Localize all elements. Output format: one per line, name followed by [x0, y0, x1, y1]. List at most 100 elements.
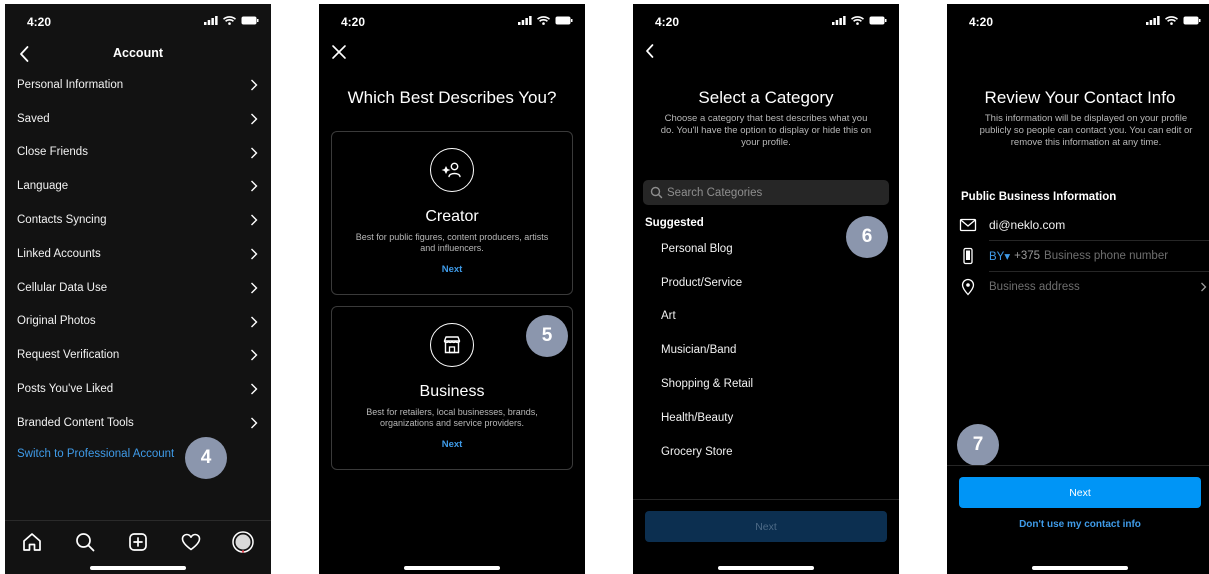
menu-item-label: Posts You've Liked	[17, 383, 114, 396]
category-list: Personal Blog Product/Service Art Musici…	[661, 232, 887, 469]
menu-item-label: Request Verification	[17, 349, 120, 362]
menu-item-contacts-syncing[interactable]: Contacts Syncing	[5, 203, 271, 237]
category-search	[643, 180, 889, 205]
wifi-icon	[1165, 16, 1178, 25]
chevron-right-icon	[251, 113, 258, 125]
menu-item-original-photos[interactable]: Original Photos	[5, 305, 271, 339]
home-icon[interactable]	[21, 531, 43, 553]
signal-icon	[518, 16, 532, 25]
suggested-heading: Suggested	[645, 217, 704, 229]
search-icon[interactable]	[74, 531, 96, 553]
status-bar: 4:20	[5, 4, 271, 38]
category-item[interactable]: Shopping & Retail	[661, 367, 887, 401]
step-badge-7: 7	[957, 424, 999, 466]
battery-icon	[555, 16, 573, 25]
menu-item-language[interactable]: Language	[5, 169, 271, 203]
chevron-right-icon	[251, 79, 258, 91]
category-item[interactable]: Health/Beauty	[661, 401, 887, 435]
status-bar: 4:20	[633, 4, 899, 38]
status-bar: 4:20	[319, 4, 585, 38]
menu-item-branded-content-tools[interactable]: Branded Content Tools	[5, 406, 271, 440]
activity-heart-icon[interactable]	[180, 531, 202, 553]
menu-item-posts-liked[interactable]: Posts You've Liked	[5, 372, 271, 406]
chevron-right-icon	[251, 147, 258, 159]
account-type-screen: 4:20 Which Best Describes You? Creator B…	[319, 4, 585, 574]
category-item[interactable]: Art	[661, 300, 887, 334]
battery-icon	[1183, 16, 1201, 25]
status-time: 4:20	[27, 15, 52, 29]
status-icons	[204, 16, 259, 25]
home-indicator	[718, 566, 814, 570]
chevron-right-icon	[251, 383, 258, 395]
menu-item-linked-accounts[interactable]: Linked Accounts	[5, 237, 271, 271]
page-description: This information will be displayed on yo…	[979, 113, 1193, 148]
menu-item-label: Language	[17, 180, 69, 193]
country-code-label: BY	[989, 251, 1005, 263]
business-next-link[interactable]: Next	[332, 439, 572, 450]
category-item[interactable]: Musician/Band	[661, 333, 887, 367]
profile-avatar[interactable]	[232, 531, 254, 553]
menu-item-label: Cellular Data Use	[17, 281, 108, 294]
settings-menu: Personal Information Saved Close Friends…	[5, 68, 271, 440]
business-icon	[430, 323, 474, 367]
email-value: di@neklo.com	[989, 218, 1066, 232]
search-input[interactable]	[667, 180, 881, 205]
creator-title: Creator	[425, 208, 479, 225]
status-time: 4:20	[655, 15, 680, 29]
next-button-disabled[interactable]: Next	[645, 511, 887, 542]
menu-item-label: Linked Accounts	[17, 247, 101, 260]
wifi-icon	[851, 16, 864, 25]
switch-professional-link[interactable]: Switch to Professional Account	[17, 448, 174, 460]
business-title: Business	[419, 383, 485, 400]
menu-item-personal-information[interactable]: Personal Information	[5, 68, 271, 102]
address-field[interactable]: Business address	[959, 272, 1209, 302]
creator-next-link[interactable]: Next	[332, 264, 572, 275]
battery-icon	[869, 16, 887, 25]
menu-item-label: Personal Information	[17, 78, 124, 91]
divider	[947, 465, 1209, 466]
menu-item-cellular-data-use[interactable]: Cellular Data Use	[5, 271, 271, 305]
business-description: Best for retailers, local businesses, br…	[366, 407, 538, 428]
chevron-right-icon	[251, 214, 258, 226]
category-item[interactable]: Grocery Store	[661, 435, 887, 469]
country-code-selector[interactable]: BY▾	[989, 249, 1010, 263]
chevron-right-icon	[251, 417, 258, 429]
section-heading: Public Business Information	[961, 191, 1117, 203]
mail-icon	[959, 218, 977, 232]
email-field[interactable]: di@neklo.com	[959, 210, 1209, 240]
back-arrow-icon[interactable]	[641, 42, 659, 60]
creator-icon	[430, 148, 474, 192]
menu-item-label: Saved	[17, 112, 50, 125]
page-title: Account	[113, 46, 163, 60]
phone-field[interactable]: BY▾ +375 Business phone number	[959, 241, 1209, 271]
wifi-icon	[223, 16, 236, 25]
next-button[interactable]: Next	[959, 477, 1201, 508]
status-icons	[1146, 16, 1201, 25]
home-indicator	[1032, 566, 1128, 570]
status-bar: 4:20	[947, 4, 1209, 38]
chevron-right-icon	[251, 248, 258, 260]
signal-icon	[832, 16, 846, 25]
skip-contact-info-link[interactable]: Don't use my contact info	[947, 519, 1209, 530]
chevron-right-icon	[1201, 282, 1207, 292]
step-badge-4: 4	[185, 437, 227, 479]
creator-card[interactable]: Creator Best for public figures, content…	[331, 131, 573, 295]
chevron-right-icon	[251, 316, 258, 328]
menu-item-saved[interactable]: Saved	[5, 102, 271, 136]
select-category-screen: 4:20 Select a Category Choose a category…	[633, 4, 899, 574]
category-item[interactable]: Product/Service	[661, 266, 887, 300]
account-screen: 4:20 Account Personal Information Saved …	[5, 4, 271, 574]
caret-down-icon: ▾	[1004, 251, 1011, 263]
address-placeholder: Business address	[989, 281, 1080, 293]
menu-item-request-verification[interactable]: Request Verification	[5, 338, 271, 372]
close-icon[interactable]	[331, 44, 347, 60]
location-pin-icon	[961, 278, 975, 296]
divider	[633, 499, 899, 500]
step-badge-6: 6	[846, 216, 888, 258]
dial-code: +375	[1014, 250, 1041, 262]
menu-item-close-friends[interactable]: Close Friends	[5, 136, 271, 170]
add-post-icon[interactable]	[127, 531, 149, 553]
creator-description: Best for public figures, content produce…	[355, 232, 549, 253]
home-indicator	[404, 566, 500, 570]
contact-info-screen: 4:20 Review Your Contact Info This infor…	[947, 4, 1209, 574]
